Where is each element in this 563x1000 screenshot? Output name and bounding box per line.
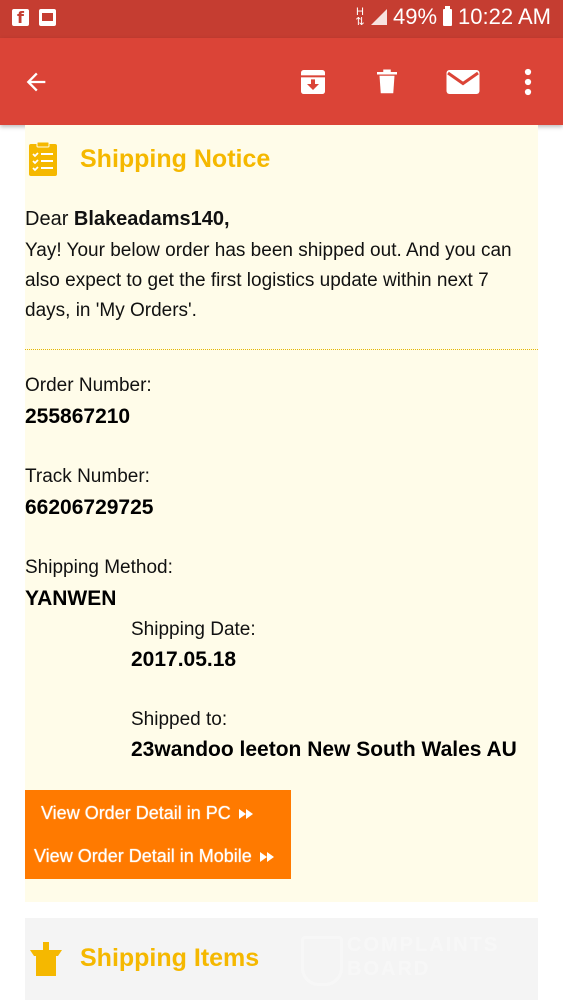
section-title-shipping-notice: Shipping Notice xyxy=(80,145,271,173)
track-number-label: Track Number: xyxy=(25,466,150,487)
archive-icon xyxy=(301,70,325,94)
battery-icon xyxy=(443,5,453,26)
package-icon xyxy=(30,942,62,976)
track-number: 66206729725 xyxy=(25,496,154,519)
double-arrow-icon xyxy=(259,851,274,862)
section-title-shipping-items: Shipping Items xyxy=(80,944,260,972)
facebook-icon xyxy=(12,8,29,27)
more-vert-icon xyxy=(524,68,532,96)
shipping-message: Yay! Your below order has been shipped o… xyxy=(25,240,512,321)
checklist-icon xyxy=(29,142,57,176)
shipped-to-address: 23wandoo leeton New South Wales AU xyxy=(131,738,517,761)
app-bar xyxy=(0,38,563,125)
battery-percent: 49% xyxy=(393,4,438,29)
double-arrow-icon xyxy=(238,808,253,819)
order-number: 255867210 xyxy=(25,405,131,428)
shipping-date: 2017.05.18 xyxy=(131,648,237,671)
more-options-button[interactable] xyxy=(506,60,550,104)
shipping-items-section: Shipping Items COMPLAINTS BOARD xyxy=(25,918,538,1000)
back-icon xyxy=(26,72,46,92)
mark-unread-button[interactable] xyxy=(441,60,485,104)
clock: 10:22 AM xyxy=(458,4,551,29)
order-detail-buttons: View Order Detail in PC View Order Detai… xyxy=(25,790,291,879)
archive-button[interactable] xyxy=(291,60,335,104)
network-type-icon: H ⇅ xyxy=(355,6,365,28)
gallery-icon xyxy=(39,9,56,26)
divider xyxy=(25,349,538,350)
shipped-to-label: Shipped to: xyxy=(131,709,228,730)
shield-icon xyxy=(301,936,343,986)
order-number-label: Order Number: xyxy=(25,375,152,396)
email-body: Shipping Notice Dear Blakeadams140, Yay!… xyxy=(25,125,538,902)
delete-button[interactable] xyxy=(365,60,409,104)
username: Blakeadams140, xyxy=(73,208,230,230)
back-button[interactable] xyxy=(14,60,58,104)
delete-icon xyxy=(377,69,397,94)
status-bar: H⇅ 49% 10:22 AM xyxy=(0,0,563,38)
watermark: COMPLAINTS BOARD xyxy=(301,932,531,988)
shipping-date-label: Shipping Date: xyxy=(131,619,256,640)
view-order-mobile-button[interactable]: View Order Detail in Mobile xyxy=(34,846,274,867)
mail-icon xyxy=(446,70,480,94)
signal-icon xyxy=(371,9,387,25)
shipping-method: YANWEN xyxy=(25,587,117,610)
greeting: Dear Blakeadams140, xyxy=(25,208,230,230)
shipping-method-label: Shipping Method: xyxy=(25,557,173,578)
view-order-pc-button[interactable]: View Order Detail in PC xyxy=(41,803,253,824)
